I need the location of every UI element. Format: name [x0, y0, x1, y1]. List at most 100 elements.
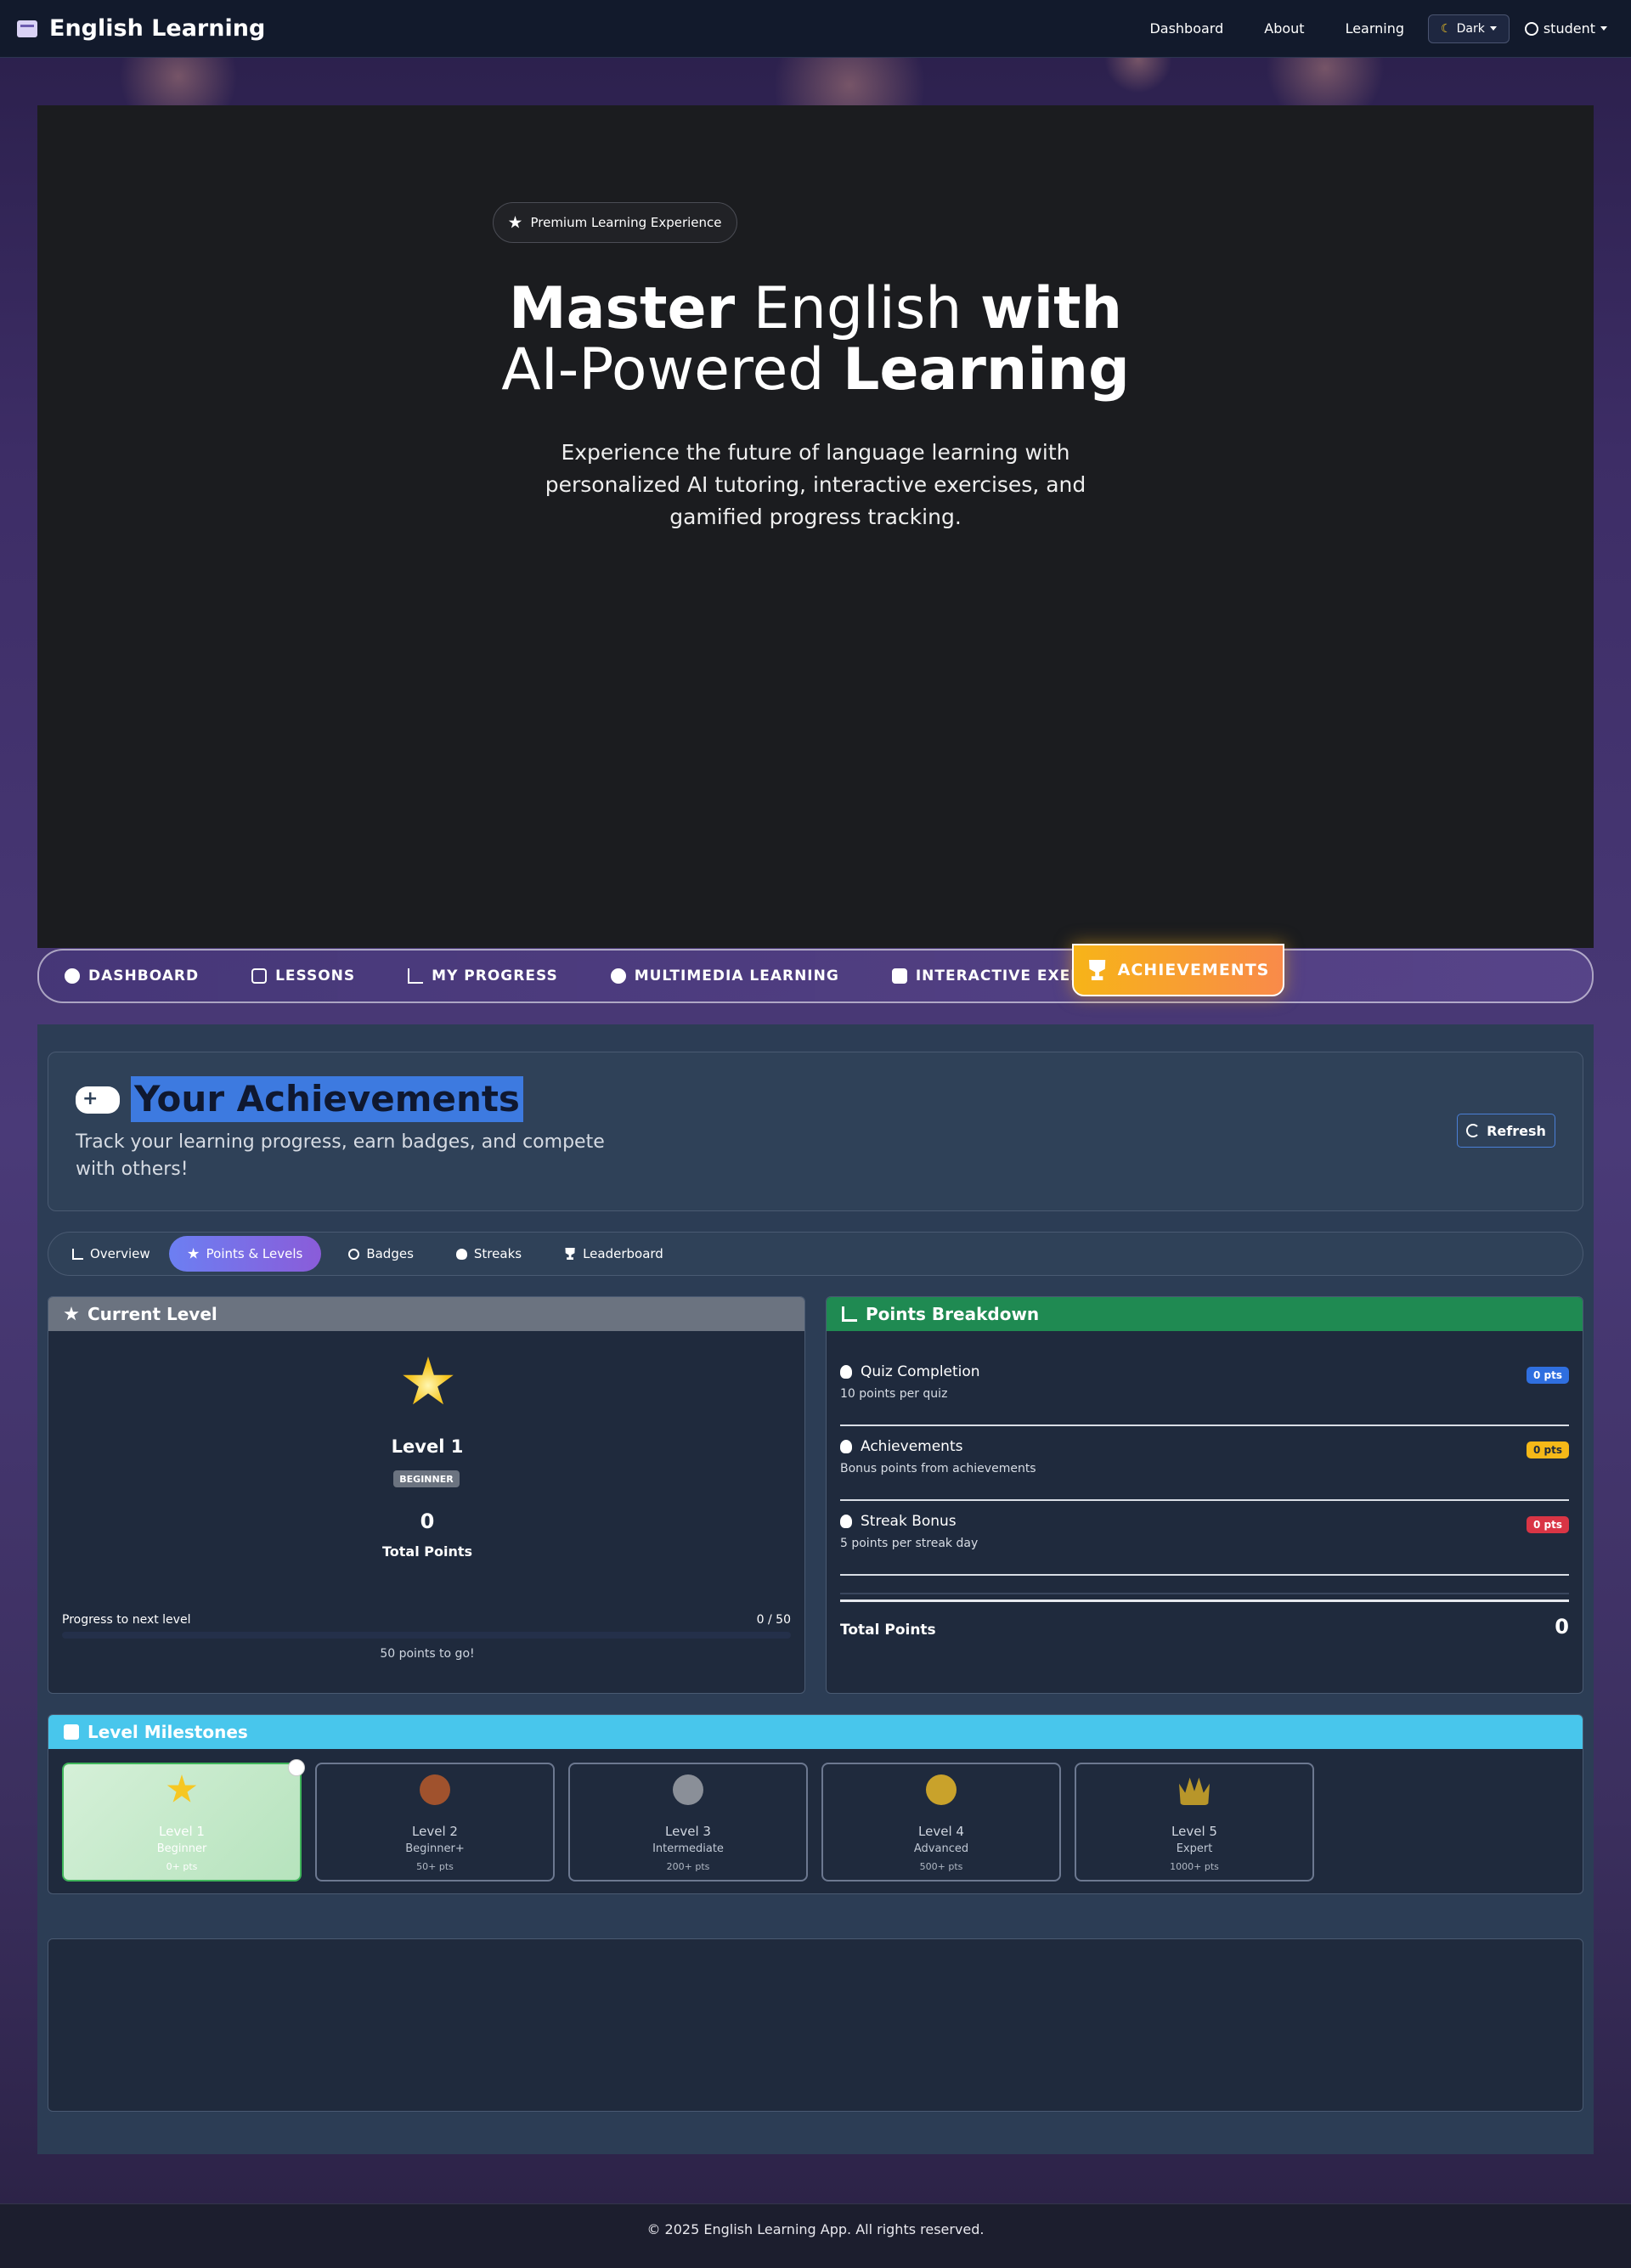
hero-title: Master English with AI-Powered Learning — [37, 279, 1594, 401]
level-star-icon — [403, 1357, 454, 1405]
achievements-header: Your Achievements Track your learning pr… — [48, 1052, 1583, 1211]
milestone-tier: Beginner+ — [405, 1842, 465, 1855]
trophy-icon — [565, 1248, 575, 1260]
hero-title-word: Learning — [843, 336, 1130, 403]
tab-multimedia-learning[interactable]: MULTIMEDIA LEARNING — [610, 968, 839, 984]
user-name: student — [1543, 20, 1595, 37]
subtab-streaks[interactable]: Streaks — [455, 1246, 522, 1261]
milestone-points: 50+ pts — [416, 1861, 454, 1872]
top-navbar: English Learning Dashboard About Learnin… — [0, 0, 1631, 58]
breakdown-title: Streak Bonus — [861, 1513, 957, 1530]
hero-title-word: AI-Powered — [501, 336, 844, 403]
milestone-tier: Advanced — [913, 1842, 969, 1855]
card-header: Current Level — [48, 1297, 804, 1331]
divider — [840, 1593, 1569, 1594]
card-title: Points Breakdown — [866, 1304, 1040, 1324]
nav-link-dashboard[interactable]: Dashboard — [1149, 20, 1223, 37]
milestone-level-3[interactable]: Level 3 Intermediate 200+ pts — [568, 1763, 808, 1882]
moon-icon: ☾ — [1441, 21, 1452, 36]
breakdown-row: Streak Bonus 5 points per streak day 0 p… — [840, 1501, 1569, 1576]
milestone-tier: Beginner — [156, 1842, 207, 1855]
brand[interactable]: English Learning — [17, 15, 265, 42]
achievements-content: Your Achievements Track your learning pr… — [37, 1024, 1594, 2154]
chevron-down-icon — [1600, 26, 1607, 31]
star-icon — [64, 1306, 79, 1321]
tier-badge: BEGINNER — [393, 1470, 460, 1487]
star-icon — [508, 216, 522, 228]
chevron-down-icon — [1489, 26, 1497, 31]
milestone-name: Level 5 — [1171, 1824, 1217, 1839]
points-badge: 0 pts — [1527, 1516, 1569, 1533]
breakdown-title: Achievements — [861, 1438, 963, 1455]
play-circle-icon — [610, 968, 626, 984]
breakdown-row: Achievements Bonus points from achieveme… — [840, 1426, 1569, 1501]
subtab-badges[interactable]: Badges — [348, 1246, 414, 1261]
subtab-label: Streaks — [473, 1246, 522, 1261]
subtab-label: Overview — [90, 1246, 150, 1261]
total-points-label: Total Points — [840, 1622, 936, 1639]
card-title: Level Milestones — [87, 1722, 248, 1742]
milestone-name: Level 3 — [665, 1824, 711, 1839]
fire-icon — [455, 1248, 467, 1260]
tab-dashboard[interactable]: DASHBOARD — [65, 968, 199, 984]
milestone-points: 0+ pts — [166, 1861, 198, 1872]
user-menu[interactable]: student — [1524, 20, 1607, 37]
gold-medal-icon — [926, 1774, 957, 1805]
breakdown-row: Quiz Completion 10 points per quiz 0 pts — [840, 1351, 1569, 1426]
subtab-label: Leaderboard — [583, 1246, 663, 1261]
premium-pill: Premium Learning Experience — [493, 202, 737, 243]
nav-link-learning[interactable]: Learning — [1346, 20, 1404, 37]
tab-my-progress[interactable]: MY PROGRESS — [408, 968, 558, 984]
empty-panel — [48, 1938, 1583, 2112]
milestone-level-4[interactable]: Level 4 Advanced 500+ pts — [821, 1763, 1061, 1882]
refresh-button[interactable]: Refresh — [1457, 1114, 1555, 1148]
progress-value: 0 / 50 — [756, 1613, 791, 1627]
total-points-label: Total Points — [381, 1543, 473, 1560]
refresh-icon — [1466, 1124, 1481, 1137]
subtab-points-levels[interactable]: Points & Levels — [168, 1236, 322, 1272]
theme-toggle-button[interactable]: ☾ Dark — [1428, 14, 1510, 43]
tab-label: MY PROGRESS — [432, 968, 558, 984]
tab-label: ACHIEVEMENTS — [1117, 961, 1270, 979]
card-header: Level Milestones — [48, 1715, 1583, 1749]
check-icon — [288, 1759, 305, 1776]
star-icon — [166, 1774, 197, 1803]
milestone-tier: Expert — [1176, 1842, 1213, 1855]
gauge-icon — [65, 968, 80, 984]
points-breakdown-card: Points Breakdown Quiz Completion 10 poin… — [826, 1296, 1583, 1694]
nav-link-about[interactable]: About — [1264, 20, 1304, 37]
chart-line-icon — [408, 968, 424, 984]
milestone-level-2[interactable]: Level 2 Beginner+ 50+ pts — [315, 1763, 555, 1882]
book-icon — [17, 20, 37, 37]
breakdown-desc: 10 points per quiz — [840, 1387, 948, 1401]
hero-title-word: Master — [508, 275, 736, 342]
hero-section: Premium Learning Experience Master Engli… — [37, 105, 1594, 948]
milestone-name: Level 2 — [412, 1824, 458, 1839]
subtab-leaderboard[interactable]: Leaderboard — [564, 1246, 663, 1261]
refresh-label: Refresh — [1487, 1122, 1546, 1139]
progress-note: 50 points to go! — [380, 1647, 475, 1661]
chart-line-icon — [72, 1248, 83, 1260]
brain-icon — [840, 1365, 852, 1379]
medal-icon — [840, 1440, 852, 1453]
hero-subtitle: Experience the future of language learni… — [545, 440, 1086, 529]
level-milestones-card: Level Milestones Level 1 Beginner 0+ pts… — [48, 1714, 1583, 1894]
tab-lessons[interactable]: LESSONS — [251, 968, 355, 984]
subtab-overview[interactable]: Overview — [72, 1246, 150, 1261]
page-subtitle: Track your learning progress, earn badge… — [76, 1131, 605, 1180]
tab-label: LESSONS — [275, 968, 356, 984]
footer: © 2025 English Learning App. All rights … — [0, 2203, 1631, 2268]
milestone-level-1[interactable]: Level 1 Beginner 0+ pts — [62, 1759, 305, 1882]
divider — [840, 1599, 1569, 1602]
premium-pill-label: Premium Learning Experience — [530, 215, 722, 230]
tab-label: MULTIMEDIA LEARNING — [634, 968, 839, 984]
tab-achievements[interactable]: ACHIEVEMENTS — [1072, 944, 1284, 996]
card-header: Points Breakdown — [827, 1297, 1583, 1331]
subtab-label: Badges — [366, 1246, 414, 1261]
progress-label: Progress to next level — [62, 1613, 191, 1627]
user-circle-icon — [1524, 21, 1538, 36]
achievement-subtabs: Overview Points & Levels Badges Streaks … — [48, 1232, 1583, 1276]
points-badge: 0 pts — [1527, 1367, 1569, 1384]
milestone-name: Level 1 — [159, 1824, 205, 1839]
milestone-level-5[interactable]: Level 5 Expert 1000+ pts — [1075, 1763, 1314, 1882]
